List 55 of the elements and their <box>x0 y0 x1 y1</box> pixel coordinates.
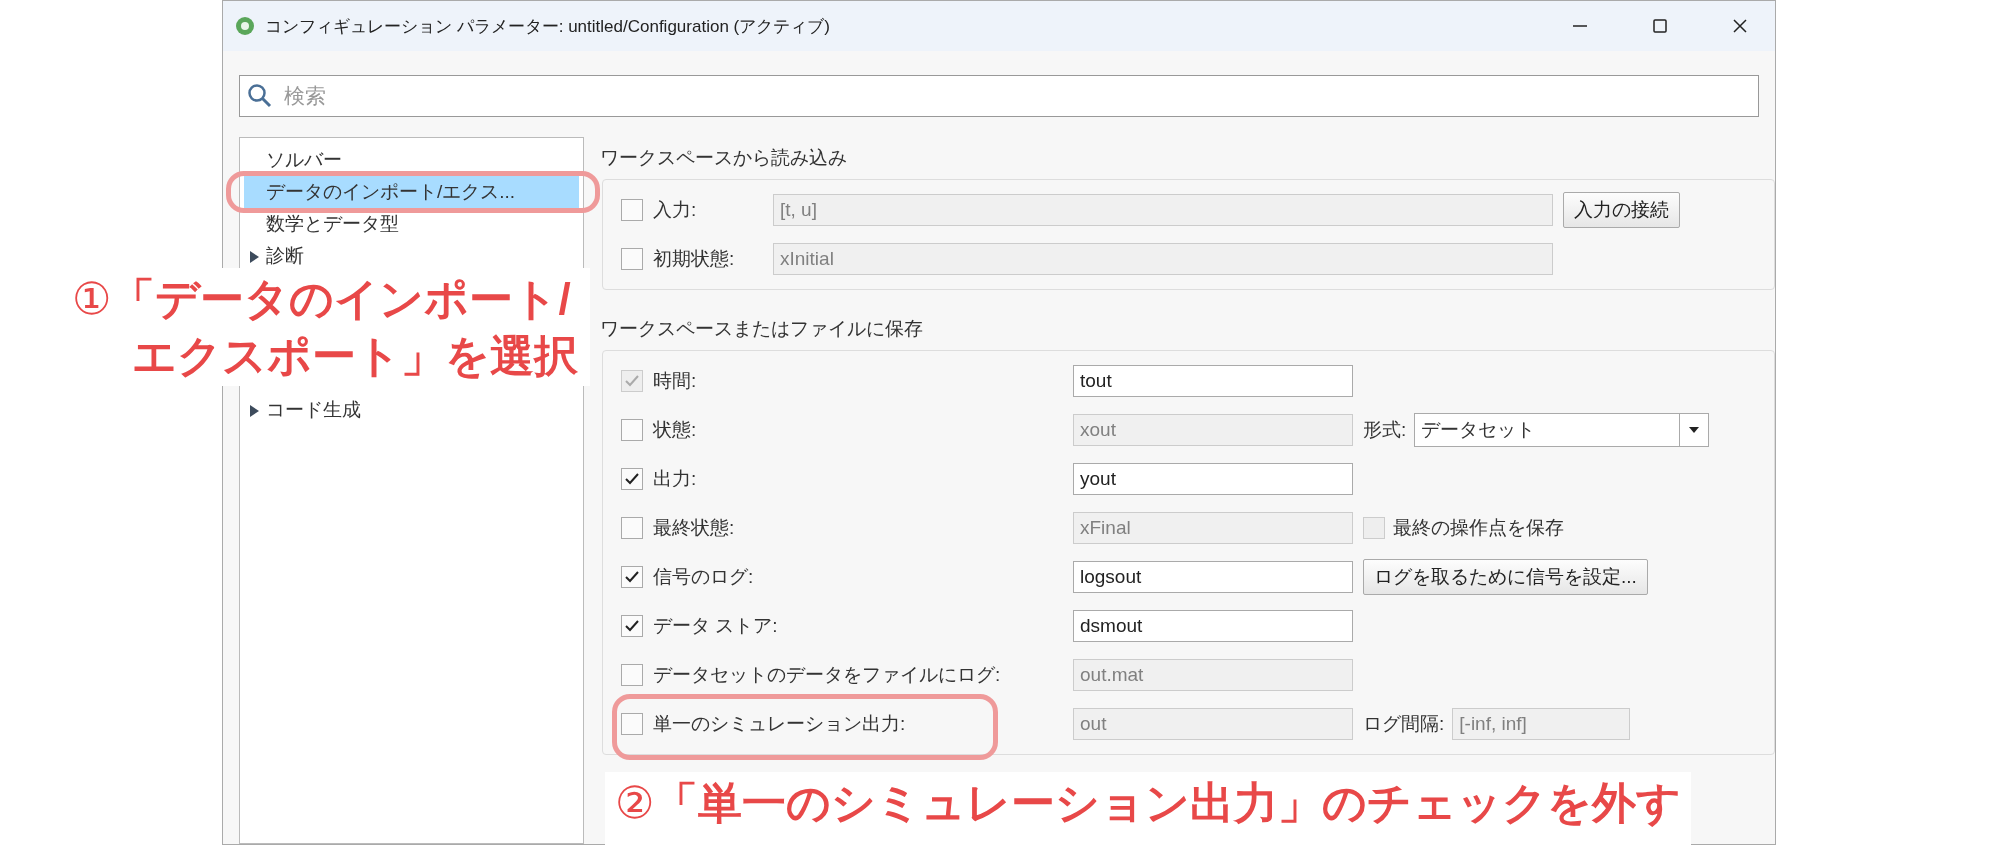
sidebar-item[interactable]: コード生成 <box>244 394 579 426</box>
sidebar-item[interactable]: 数学とデータ型 <box>244 208 579 240</box>
input-field[interactable]: [t, u] <box>773 194 1553 226</box>
checkbox-label: 最終の操作点を保存 <box>1393 516 1564 540</box>
checkbox[interactable] <box>621 419 643 441</box>
checkbox-label: 最終状態: <box>653 517 735 538</box>
format-dropdown[interactable]: データセット <box>1414 413 1710 447</box>
check-icon <box>624 471 640 487</box>
search-field[interactable]: 検索 <box>239 75 1759 117</box>
annotation-text: エクスポート」を選択 <box>131 330 578 383</box>
sidebar-item[interactable]: データのインポート/エクス... <box>244 176 579 208</box>
checkbox-label: データセットのデータをファイルにログ: <box>653 664 1001 685</box>
minimize-icon <box>1573 25 1587 27</box>
checkbox[interactable] <box>1363 517 1385 539</box>
input-field[interactable]: yout <box>1073 463 1353 495</box>
checkbox-label: 状態: <box>653 419 697 440</box>
check-icon <box>624 373 640 389</box>
section-title: ワークスペースから読み込み <box>600 146 848 170</box>
checkbox[interactable] <box>621 566 643 588</box>
checkbox[interactable] <box>621 248 643 270</box>
checkbox-label: 時間: <box>653 370 697 391</box>
checkbox-label: 出力: <box>653 468 697 489</box>
checkbox[interactable] <box>621 713 643 735</box>
action-button[interactable]: ログを取るために信号を設定... <box>1363 559 1648 595</box>
expand-arrow-icon <box>250 405 259 417</box>
checkbox-label: データ ストア: <box>653 615 778 636</box>
field-label: 形式: <box>1363 418 1407 442</box>
annotation-text: ①「データのインポート/ <box>72 273 572 325</box>
input-field[interactable]: xout <box>1073 414 1353 446</box>
sidebar-item[interactable]: ソルバー <box>244 144 579 176</box>
checkbox-label: 信号のログ: <box>653 566 754 587</box>
app-icon <box>235 16 255 36</box>
window-title: コンフィギュレーション パラメーター: untitled/Configuration (アクティブ) <box>265 15 831 38</box>
sidebar-item[interactable]: 診断 <box>244 240 579 272</box>
field-label: ログ間隔: <box>1363 712 1445 736</box>
checkbox-label: 単一のシミュレーション出力: <box>653 713 906 734</box>
annotation-text: ②「単一のシミュレーション出力」のチェックを外す <box>615 777 1682 829</box>
expand-arrow-icon <box>250 251 259 263</box>
input-field[interactable]: logsout <box>1073 561 1353 593</box>
checkbox[interactable] <box>621 517 643 539</box>
checkbox[interactable] <box>621 664 643 686</box>
close-icon <box>1732 18 1748 34</box>
caret-icon <box>1689 427 1700 433</box>
maximize-icon <box>1652 18 1668 34</box>
checkbox[interactable] <box>621 468 643 490</box>
check-icon <box>624 618 640 634</box>
input-field[interactable]: dsmout <box>1073 610 1353 642</box>
checkbox[interactable] <box>621 199 643 221</box>
checkbox-label: 入力: <box>653 199 697 220</box>
checkbox[interactable] <box>621 615 643 637</box>
check-icon <box>624 569 640 585</box>
checkbox-label: 初期状態: <box>653 248 735 269</box>
section-title: ワークスペースまたはファイルに保存 <box>600 317 924 341</box>
input-field[interactable]: xInitial <box>773 243 1553 275</box>
action-button[interactable]: 入力の接続 <box>1563 192 1680 228</box>
